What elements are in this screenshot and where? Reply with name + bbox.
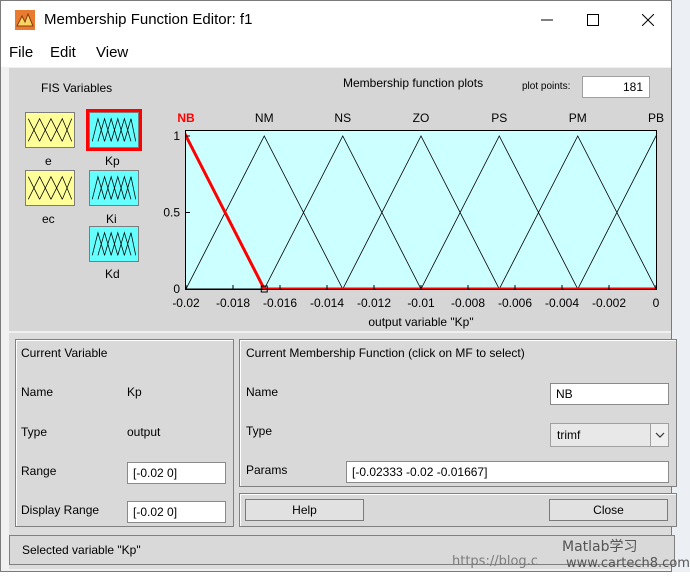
mf-name-input[interactable]: NB — [550, 383, 669, 405]
buttons-panel: Help Close — [239, 493, 677, 527]
cv-name-label: Name — [21, 385, 54, 399]
display-range-input[interactable]: [-0.02 0] — [127, 501, 226, 523]
status-text: Selected variable "Kp" — [22, 543, 141, 557]
x-tick-label: -0.004 — [545, 296, 579, 310]
minimize-button[interactable] — [524, 1, 570, 39]
mf-params-input[interactable]: [-0.02333 -0.02 -0.01667] — [346, 461, 669, 483]
x-tick-label: -0.018 — [216, 296, 250, 310]
mf-type-selected: trimf — [557, 428, 581, 442]
mf-curve-ns — [186, 135, 656, 289]
cv-type-label: Type — [21, 425, 48, 439]
cv-type-value: output — [127, 425, 161, 439]
watermark-url: https://blog.c — [452, 554, 538, 569]
x-tick-label: -0.012 — [357, 296, 391, 310]
cv-name-value: Kp — [127, 385, 142, 399]
maximize-icon — [587, 14, 599, 26]
matlab-app-icon — [15, 10, 35, 30]
watermark-site: www.cartech8.com — [566, 556, 690, 571]
x-tick-label: -0.02 — [172, 296, 200, 310]
current-variable-panel: Current Variable Name Kp Type output Ran… — [15, 339, 234, 527]
menu-view[interactable]: View — [96, 44, 128, 61]
x-tick-label: -0.016 — [263, 296, 297, 310]
cv-display-range-label: Display Range — [21, 503, 100, 517]
close-window-button[interactable] — [625, 1, 671, 39]
minimize-icon — [541, 19, 553, 21]
y-tick-label: 0.5 — [163, 206, 180, 220]
window-title: Membership Function Editor: f1 — [44, 11, 253, 28]
mf-curve-nm — [186, 135, 656, 289]
menu-file[interactable]: File — [9, 44, 33, 61]
editor-top-area: FIS Variables e ec Kp Ki Kd Membership f… — [9, 68, 671, 331]
mf-name-label: Name — [246, 385, 279, 399]
close-button[interactable]: Close — [549, 499, 668, 521]
mf-editor-window: Membership Function Editor: f1 File Edit… — [0, 0, 677, 572]
mf-label-nm: NM — [255, 111, 274, 125]
background-strip — [0, 572, 690, 582]
cv-range-label: Range — [21, 464, 57, 478]
x-tick-label: 0 — [653, 296, 660, 310]
current-mf-heading: Current Membership Function (click on MF… — [246, 346, 525, 360]
mf-params-label: Params — [246, 463, 288, 477]
x-axis-label: output variable "Kp" — [368, 315, 473, 329]
mf-curve-pb — [186, 135, 656, 289]
chevron-down-icon — [650, 424, 668, 446]
current-variable-heading: Current Variable — [21, 346, 108, 360]
x-tick-label: -0.002 — [592, 296, 626, 310]
y-tick-label: 0 — [173, 282, 180, 296]
menu-edit[interactable]: Edit — [50, 44, 76, 61]
mf-chart: NM NS ZO PS PM PB NB -0.02 -0.018 -0.016 -0.014 -0.… — [163, 111, 664, 329]
close-icon — [642, 14, 654, 26]
mf-curve-ps — [186, 135, 656, 289]
mf-curve-zo — [186, 135, 656, 289]
x-tick-label: -0.014 — [310, 296, 344, 310]
mf-label-ns: NS — [334, 111, 351, 125]
x-tick-label: -0.006 — [498, 296, 532, 310]
menu-bar: File Edit View — [1, 39, 671, 67]
x-tick-label: -0.01 — [407, 296, 435, 310]
current-mf-panel: Current Membership Function (click on MF… — [239, 339, 677, 487]
mf-type-label: Type — [246, 424, 273, 438]
watermark-brand: Matlab学习 — [562, 539, 638, 555]
help-button[interactable]: Help — [245, 499, 364, 521]
maximize-button[interactable] — [570, 1, 616, 39]
mf-label-nb: NB — [177, 111, 195, 125]
editor-bottom-area: Current Variable Name Kp Type output Ran… — [9, 333, 677, 569]
mf-type-select[interactable]: trimf — [550, 423, 669, 447]
mf-label-ps: PS — [491, 111, 507, 125]
title-bar: Membership Function Editor: f1 — [1, 1, 671, 39]
mf-label-pb: PB — [648, 111, 664, 125]
mf-label-pm: PM — [569, 111, 587, 125]
x-tick-label: -0.008 — [451, 296, 485, 310]
range-input[interactable]: [-0.02 0] — [127, 462, 226, 484]
mf-curve-pm — [186, 135, 656, 289]
mf-label-zo: ZO — [413, 111, 430, 125]
y-tick-label: 1 — [173, 129, 180, 143]
